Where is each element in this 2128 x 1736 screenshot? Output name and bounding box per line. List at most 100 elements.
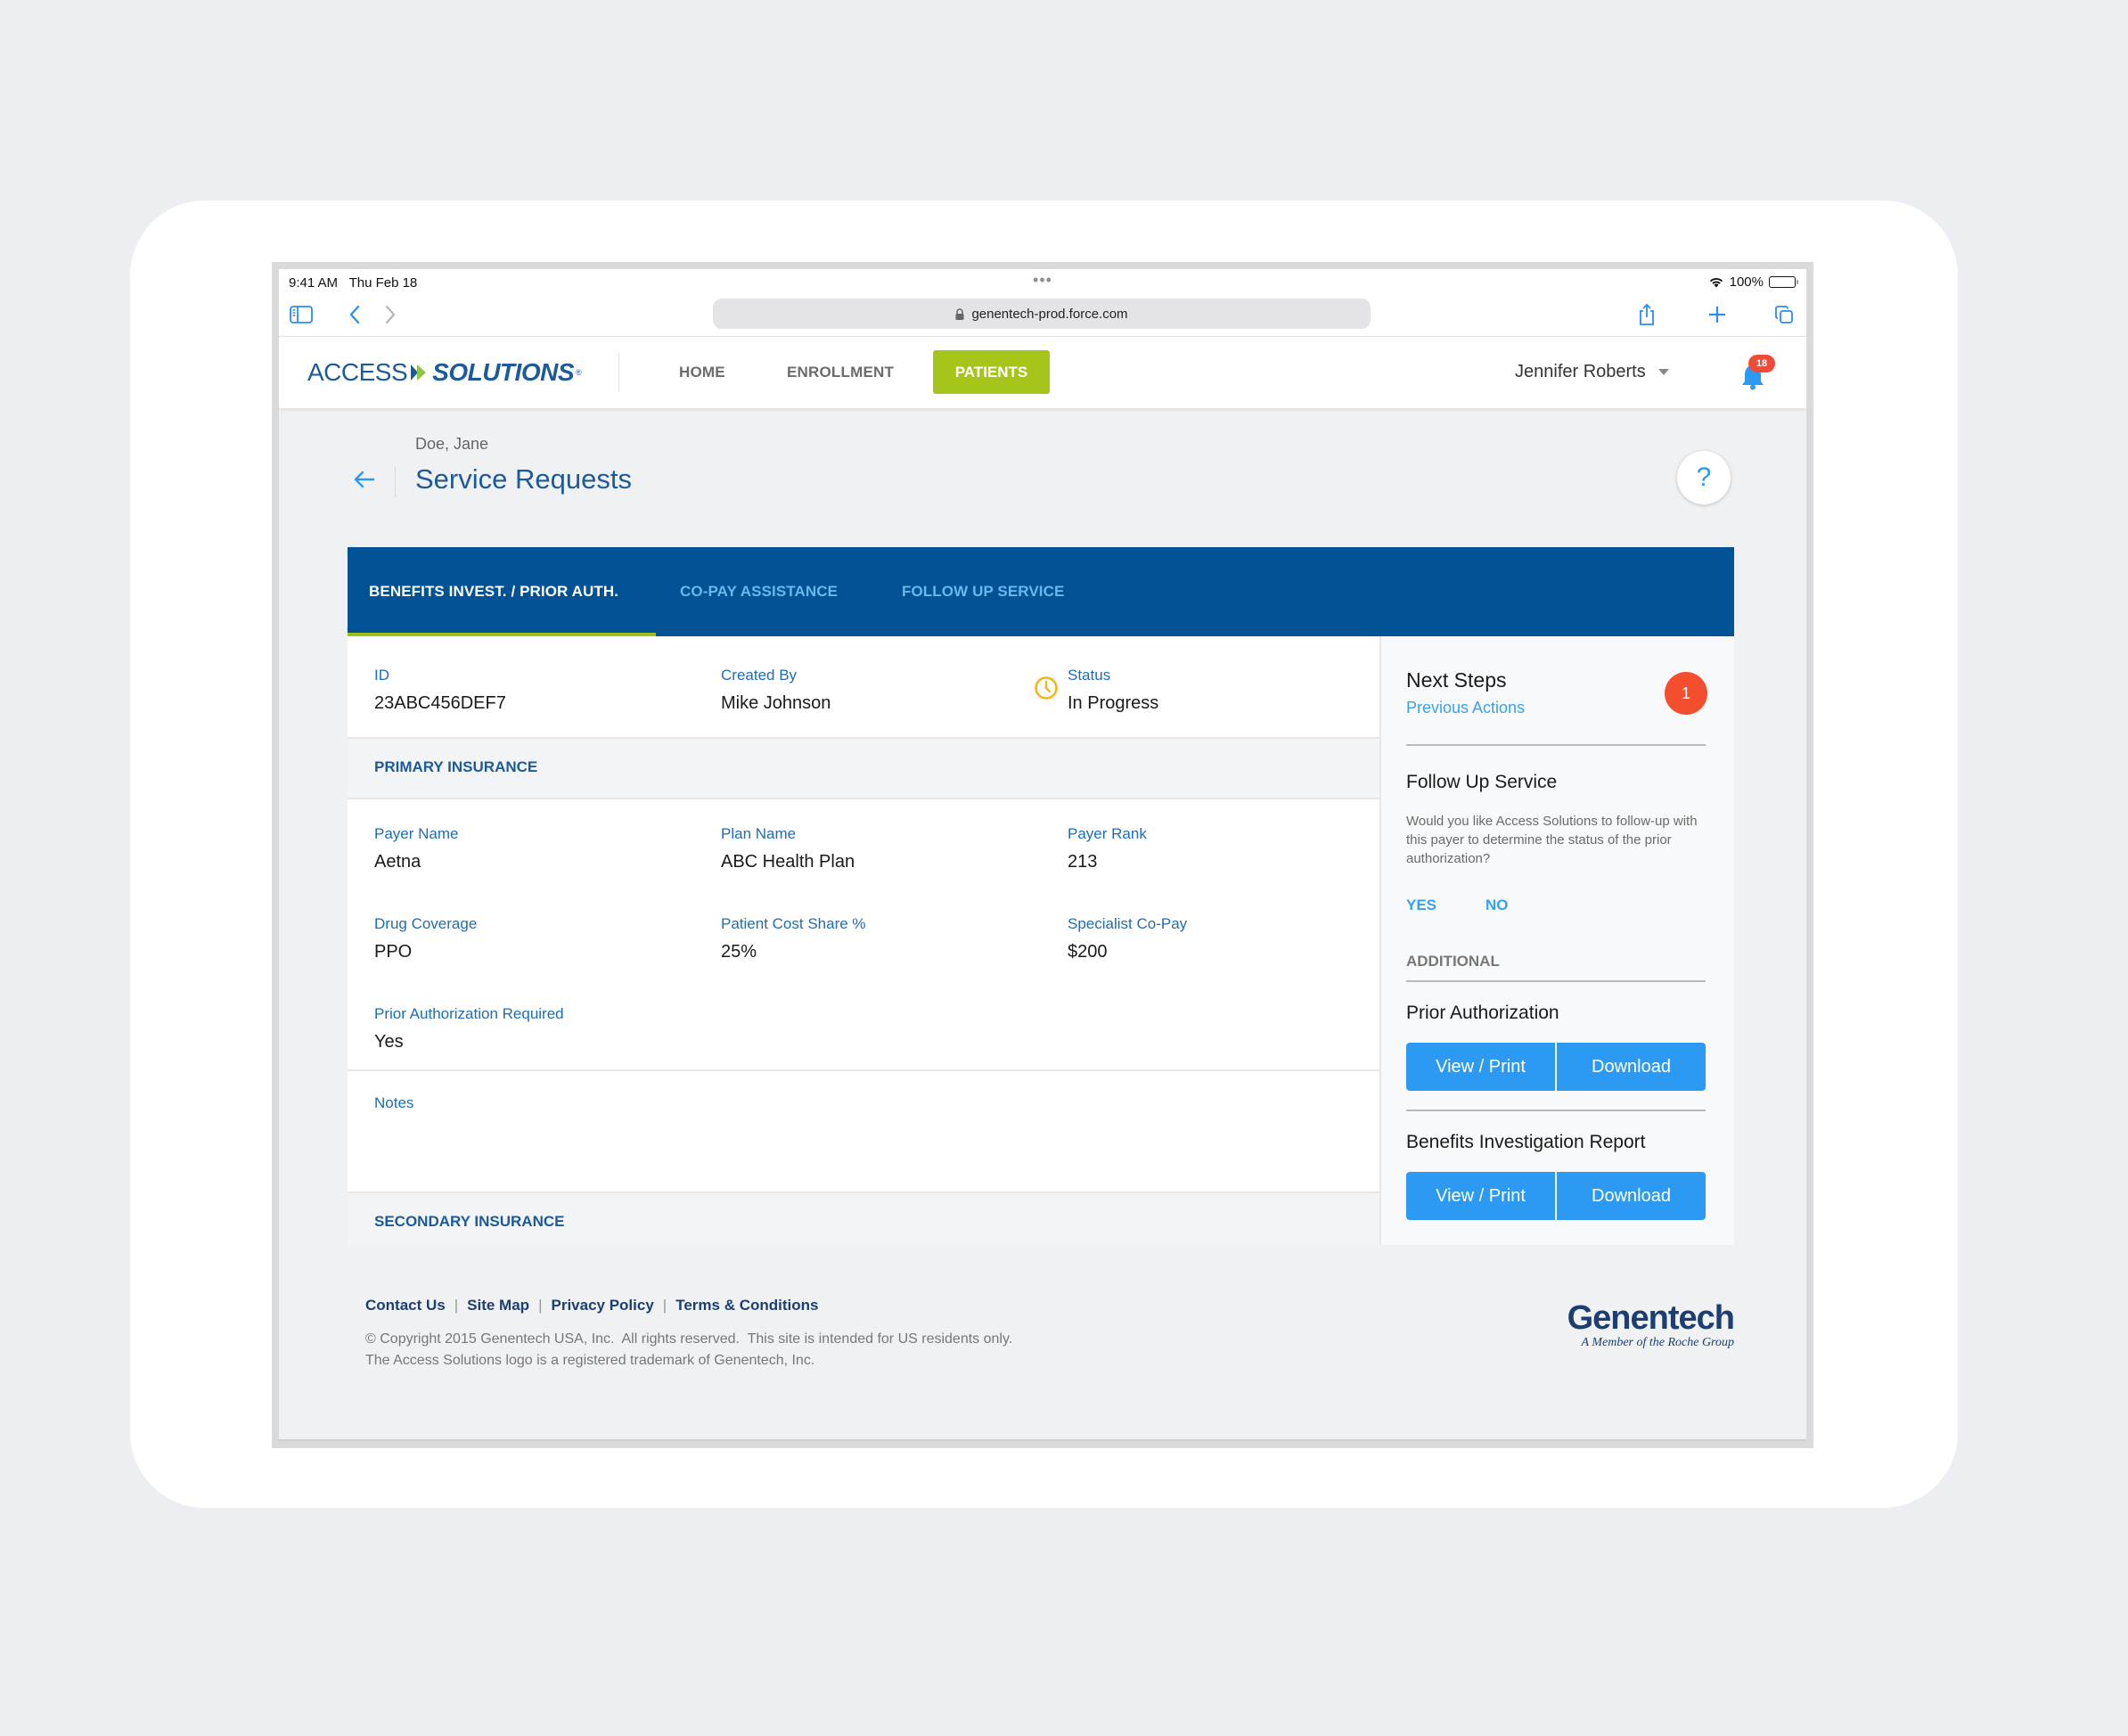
status-time: 9:41 AM Thu Feb 18 — [289, 275, 417, 291]
back-icon[interactable] — [348, 303, 361, 326]
date-text: Thu Feb 18 — [348, 275, 418, 291]
site-map-link[interactable]: Site Map — [467, 1297, 529, 1314]
field-payer-rank: Payer Rank 213 — [1068, 825, 1147, 872]
app-navbar: ACCESS SOLUTIONS ® HOME ENROLLMENT PATIE… — [279, 337, 1806, 408]
battery-percent: 100% — [1729, 274, 1764, 290]
field-label: ID — [374, 667, 389, 684]
logo-arrows-icon — [411, 364, 427, 381]
lock-icon — [955, 307, 964, 320]
field-drug-coverage: Drug Coverage PPO — [374, 915, 477, 962]
section-heading: SECONDARY INSURANCE — [374, 1213, 565, 1230]
download-button[interactable]: Download — [1557, 1172, 1706, 1220]
nav-home[interactable]: HOME — [679, 364, 725, 381]
tab-copay-assistance[interactable]: CO-PAY ASSISTANCE — [680, 583, 838, 601]
field-value: 23ABC456DEF7 — [374, 693, 506, 713]
yes-button[interactable]: YES — [1406, 897, 1436, 914]
logo-registered-mark: ® — [576, 368, 582, 377]
section-heading: PRIMARY INSURANCE — [374, 758, 538, 775]
address-bar[interactable]: genentech-prod.force.com — [713, 299, 1371, 329]
field-status: Status In Progress — [1068, 667, 1158, 714]
field-plan-name: Plan Name ABC Health Plan — [721, 825, 855, 872]
benefits-report-title: Benefits Investigation Report — [1406, 1132, 1646, 1152]
follow-up-description: Would you like Access Solutions to follo… — [1406, 814, 1698, 866]
link-separator: | — [662, 1297, 667, 1314]
follow-up-title: Follow Up Service — [1406, 772, 1558, 792]
link-separator: | — [538, 1297, 543, 1314]
field-label: Payer Rank — [1068, 825, 1147, 842]
field-value: Mike Johnson — [721, 693, 831, 713]
genentech-logo[interactable]: Genentech A Member of the Roche Group — [1543, 1300, 1735, 1350]
chevron-down-icon — [1657, 369, 1669, 375]
ios-status-bar: 9:41 AM Thu Feb 18 ••• 100% — [279, 269, 1806, 294]
clock-icon — [1035, 676, 1058, 700]
url-text: genentech-prod.force.com — [971, 306, 1128, 322]
multitask-dots-icon[interactable]: ••• — [1033, 271, 1052, 290]
link-separator: | — [454, 1297, 459, 1314]
field-payer-name: Payer Name Aetna — [374, 825, 458, 872]
field-specialist-copay: Specialist Co-Pay $200 — [1068, 915, 1187, 962]
field-value: PPO — [374, 942, 413, 962]
user-menu[interactable]: Jennifer Roberts — [1515, 362, 1669, 382]
next-steps-panel: Next Steps Previous Actions 1 Follow Up … — [1379, 636, 1734, 1245]
share-icon[interactable] — [1638, 303, 1656, 326]
next-steps-title: Next Steps — [1406, 668, 1507, 692]
arrow-left-icon[interactable] — [348, 463, 381, 495]
benefits-report-actions: View / Print Download — [1406, 1172, 1706, 1220]
tablet-frame: 9:41 AM Thu Feb 18 ••• 100% genentech-pr… — [272, 262, 1813, 1448]
trademark-line: The Access Solutions logo is a registere… — [365, 1353, 815, 1368]
primary-insurance-header: PRIMARY INSURANCE — [348, 737, 1379, 799]
battery-icon — [1769, 276, 1798, 288]
prior-authorization-title: Prior Authorization — [1406, 1003, 1559, 1023]
page-title: Service Requests — [415, 463, 632, 495]
forward-icon[interactable] — [384, 303, 397, 326]
tab-follow-up-service[interactable]: FOLLOW UP SERVICE — [902, 583, 1064, 601]
previous-actions-link[interactable]: Previous Actions — [1406, 699, 1525, 717]
sidebar-icon[interactable] — [290, 303, 313, 326]
footer-links: Contact Us | Site Map | Privacy Policy |… — [365, 1297, 818, 1314]
copyright: © Copyright 2015 Genentech USA, Inc. All… — [365, 1329, 1012, 1372]
field-label: Plan Name — [721, 825, 797, 842]
wifi-icon — [1709, 278, 1723, 288]
field-label: Specialist Co-Pay — [1068, 915, 1188, 932]
status-right: 100% — [1708, 274, 1798, 290]
nav-patients[interactable]: PATIENTS — [933, 350, 1050, 394]
secondary-insurance-header: SECONDARY INSURANCE — [348, 1191, 1379, 1247]
user-name: Jennifer Roberts — [1515, 362, 1646, 381]
divider — [1406, 1110, 1706, 1111]
field-id: ID 23ABC456DEF7 — [374, 667, 506, 714]
field-value: 213 — [1068, 852, 1098, 872]
logo-access-text: ACCESS — [307, 358, 408, 386]
download-button[interactable]: Download — [1557, 1043, 1706, 1091]
new-tab-icon[interactable] — [1707, 303, 1727, 326]
brand-tagline: A Member of the Roche Group — [1581, 1336, 1734, 1349]
service-tabs: BENEFITS INVEST. / PRIOR AUTH. CO-PAY AS… — [348, 547, 1734, 637]
divider — [348, 1069, 1379, 1071]
footer-edge — [279, 1439, 1806, 1441]
field-value: ABC Health Plan — [721, 852, 855, 872]
tabs-overview-icon[interactable] — [1774, 303, 1794, 326]
field-label: Notes — [374, 1094, 414, 1111]
no-button[interactable]: NO — [1486, 897, 1509, 914]
terms-conditions-link[interactable]: Terms & Conditions — [675, 1297, 818, 1314]
logo-solutions-text: SOLUTIONS — [432, 358, 574, 386]
privacy-policy-link[interactable]: Privacy Policy — [551, 1297, 653, 1314]
status-value: In Progress — [1068, 693, 1159, 713]
request-details: ID 23ABC456DEF7 Created By Mike Johnson … — [348, 636, 1379, 1247]
additional-heading: ADDITIONAL — [1406, 953, 1500, 970]
tab-benefits-prior-auth[interactable]: BENEFITS INVEST. / PRIOR AUTH. — [369, 583, 618, 601]
help-button[interactable]: ? — [1677, 451, 1731, 504]
notification-badge: 18 — [1748, 355, 1775, 373]
field-notes: Notes — [374, 1094, 413, 1121]
prior-authorization-actions: View / Print Download — [1406, 1043, 1706, 1091]
contact-us-link[interactable]: Contact Us — [365, 1297, 446, 1314]
access-solutions-logo[interactable]: ACCESS SOLUTIONS ® — [307, 358, 582, 387]
field-label: Prior Authorization Required — [374, 1005, 564, 1022]
copyright-line: © Copyright 2015 Genentech USA, Inc. All… — [365, 1331, 1013, 1347]
field-label: Created By — [721, 667, 798, 684]
view-print-button[interactable]: View / Print — [1406, 1172, 1555, 1220]
field-value: 25% — [721, 942, 757, 962]
divider — [1406, 980, 1706, 982]
patient-name: Doe, Jane — [415, 435, 489, 453]
nav-enrollment[interactable]: ENROLLMENT — [787, 364, 894, 381]
view-print-button[interactable]: View / Print — [1406, 1043, 1555, 1091]
